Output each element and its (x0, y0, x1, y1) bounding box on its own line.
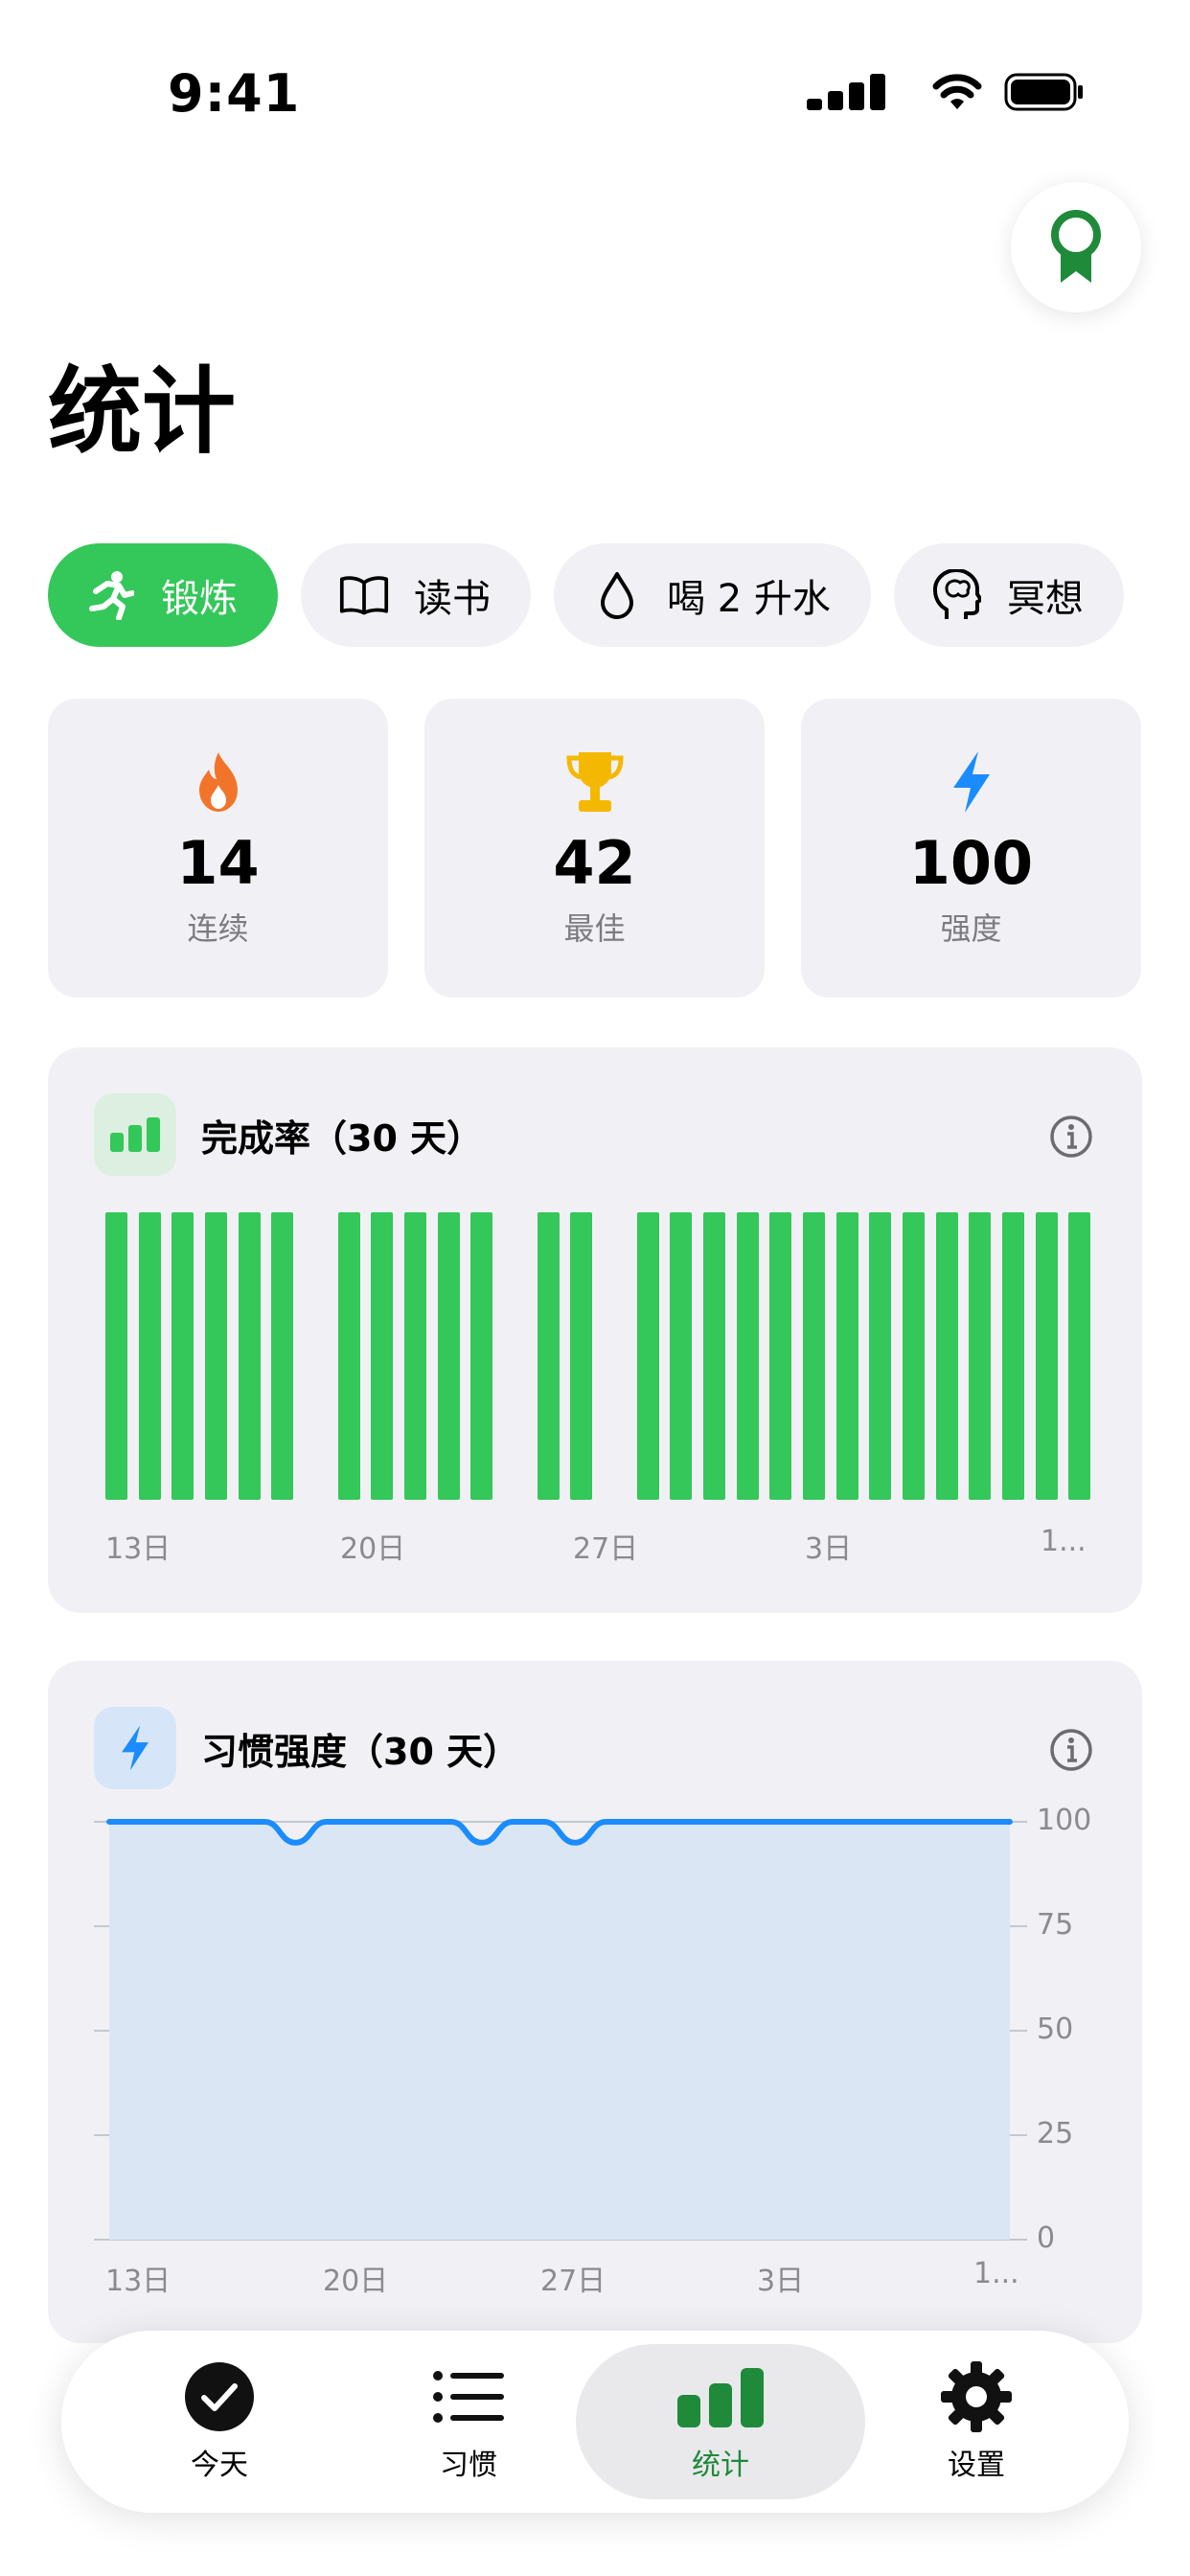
tab-habits[interactable]: 习惯 (368, 2344, 569, 2499)
strength-value: 100 (908, 828, 1034, 898)
completion-bar (172, 1212, 195, 1500)
brain-head-icon (932, 569, 982, 620)
strength-area-chart (94, 1819, 1027, 2241)
completion-bar (1001, 1212, 1024, 1500)
completion-bar (1035, 1212, 1058, 1500)
battery-icon (1004, 73, 1083, 111)
completion-header: 完成率（30 天） (94, 1093, 483, 1176)
open-book-icon (339, 570, 389, 620)
y-tick-label: 100 (1037, 1804, 1092, 1837)
habit-chip-label: 读书 (414, 577, 491, 621)
habit-strength-card: 习惯强度（30 天） 13日 20日 27日 3日 1... 100 75 50… (48, 1661, 1142, 2343)
bar-chart-badge-icon (94, 1093, 176, 1176)
flame-icon (194, 747, 243, 817)
x-tick-label: 20日 (323, 2265, 389, 2298)
completion-bar (802, 1212, 825, 1500)
stat-card-streak: 14 连续 (48, 699, 388, 998)
status-bar: 9:41 (0, 0, 1190, 182)
y-tick-label: 0 (1037, 2221, 1056, 2255)
achievements-button[interactable] (1011, 182, 1141, 312)
y-tick-label: 25 (1037, 2117, 1074, 2150)
stat-card-strength: 100 强度 (801, 699, 1141, 998)
completion-bar (371, 1212, 394, 1500)
info-icon[interactable] (1048, 1114, 1094, 1160)
wifi-icon (932, 74, 982, 109)
gear-icon (941, 2360, 1012, 2433)
habit-chip-exercise[interactable]: 锻炼 (48, 543, 278, 647)
habit-chip-label: 喝 2 升水 (667, 577, 831, 621)
y-tick-label: 50 (1037, 2012, 1074, 2046)
streak-value: 14 (176, 828, 260, 898)
x-tick-label: 13日 (105, 2265, 172, 2298)
completion-bar (736, 1212, 759, 1500)
checkmark-circle-icon (184, 2360, 255, 2433)
habit-chip-label: 锻炼 (161, 577, 238, 621)
completion-bars (100, 1212, 1096, 1500)
completion-bar (935, 1212, 958, 1500)
tab-label: 今天 (191, 2449, 248, 2482)
completion-bar (238, 1212, 261, 1500)
x-tick-label: 27日 (573, 1532, 639, 1566)
streak-label: 连续 (187, 910, 249, 947)
best-label: 最佳 (563, 910, 626, 947)
award-ribbon-icon (1051, 210, 1101, 283)
list-icon (433, 2360, 504, 2433)
habit-chip-meditation[interactable]: 冥想 (893, 543, 1124, 647)
x-tick-label: 3日 (805, 1532, 853, 1566)
completion-bar (138, 1212, 161, 1500)
tab-label: 设置 (948, 2449, 1005, 2482)
stat-card-best: 42 最佳 (424, 699, 765, 998)
tab-today[interactable]: 今天 (119, 2344, 320, 2499)
status-time: 9:41 (168, 63, 301, 124)
x-tick-label: 1... (1041, 1525, 1087, 1558)
completion-bar (835, 1212, 858, 1500)
completion-bar (902, 1212, 925, 1500)
strength-area (109, 1822, 1010, 2240)
completion-bar (204, 1212, 227, 1500)
completion-bar (636, 1212, 659, 1500)
x-tick-label: 27日 (540, 2265, 606, 2298)
completion-rate-card: 完成率（30 天） 13日 20日 27日 3日 1... (48, 1047, 1142, 1613)
completion-bar (570, 1212, 593, 1500)
habit-chip-water[interactable]: 喝 2 升水 (554, 543, 871, 647)
completion-title: 完成率（30 天） (201, 1116, 484, 1160)
completion-bar (969, 1212, 992, 1500)
bolt-icon (950, 747, 994, 817)
habit-selector: 锻炼 读书 喝 2 升水 冥想 (48, 543, 1142, 647)
best-value: 42 (553, 828, 636, 898)
habit-chip-reading[interactable]: 读书 (301, 543, 531, 647)
cellular-signal-icon (807, 74, 885, 110)
tab-stats[interactable]: 统计 (576, 2344, 865, 2499)
tab-label: 统计 (692, 2449, 749, 2482)
status-icons (807, 73, 1085, 111)
tab-settings[interactable]: 设置 (876, 2344, 1077, 2499)
running-figure-icon (86, 570, 136, 620)
bar-chart-icon (677, 2360, 764, 2433)
tab-label: 习惯 (440, 2449, 497, 2482)
completion-bar (869, 1212, 892, 1500)
completion-bar (1068, 1212, 1091, 1500)
trophy-icon (565, 747, 625, 817)
completion-bar (403, 1212, 426, 1500)
x-tick-label: 13日 (105, 1532, 172, 1566)
y-tick-label: 75 (1037, 1908, 1074, 1942)
completion-bar (104, 1212, 127, 1500)
completion-bar (470, 1212, 493, 1500)
completion-bar (437, 1212, 460, 1500)
strength-label: 强度 (940, 910, 1002, 947)
completion-bar (702, 1212, 725, 1500)
completion-bar (337, 1212, 360, 1500)
x-tick-label: 1... (973, 2257, 1019, 2290)
completion-bar (271, 1212, 294, 1500)
x-tick-label: 20日 (340, 1532, 406, 1566)
completion-bar (670, 1212, 693, 1500)
x-tick-label: 3日 (757, 2265, 805, 2298)
habit-chip-label: 冥想 (1006, 577, 1084, 621)
page-title: 统计 (48, 357, 237, 467)
completion-bar (537, 1212, 560, 1500)
tab-bar: 今天 习惯 统计 设置 (61, 2331, 1129, 2513)
completion-bar (769, 1212, 792, 1500)
water-drop-icon (592, 570, 642, 620)
